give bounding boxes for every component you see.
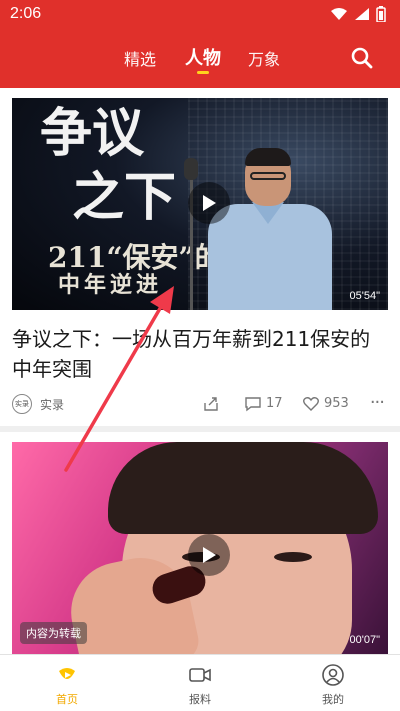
nav-label: 报料 — [189, 693, 211, 706]
author-name[interactable]: 实录 — [40, 396, 64, 413]
system-icons — [330, 5, 386, 23]
thumbnail-title-line: 211“保安”的 — [48, 241, 223, 274]
wifi-icon — [331, 8, 347, 20]
feed-card[interactable]: 争议 之下 211“保安”的 中年逆进 05'54" 争议之下：一场从百万年薪到… — [0, 88, 400, 426]
active-tab-indicator — [197, 71, 209, 74]
heart-icon[interactable] — [302, 395, 320, 413]
profile-icon — [322, 664, 344, 686]
tab-people[interactable]: 人物 — [185, 44, 221, 70]
video-duration: 00'07" — [349, 634, 380, 646]
comment-count: 17 — [266, 396, 283, 411]
video-duration: 05'54" — [349, 290, 380, 302]
nav-item-profile[interactable]: 我的 — [293, 655, 373, 711]
repost-badge: 内容为转载 — [20, 622, 87, 644]
person-hair — [108, 442, 378, 534]
like-count: 953 — [324, 396, 349, 411]
search-icon[interactable] — [350, 46, 374, 70]
nav-label: 首页 — [56, 693, 78, 706]
card-meta: 实录 实录 17 953 ··· — [12, 392, 388, 416]
tab-featured[interactable]: 精选 — [124, 46, 156, 70]
more-options-icon[interactable]: ··· — [370, 392, 385, 413]
app-header: 2:06 精选 人物 万象 — [0, 0, 400, 88]
status-bar: 2:06 — [0, 0, 400, 28]
nav-item-report[interactable]: 报料 — [160, 655, 240, 711]
nav-label: 我的 — [322, 693, 344, 706]
tab-panorama[interactable]: 万象 — [248, 46, 280, 70]
play-button[interactable] — [188, 182, 230, 224]
nav-item-home[interactable]: 首页 — [27, 655, 107, 711]
battery-icon — [376, 6, 386, 22]
article-title[interactable]: 争议之下：一场从百万年薪到211保安的中年突围 — [12, 324, 388, 384]
video-thumbnail[interactable]: 争议 之下 211“保安”的 中年逆进 05'54" — [12, 98, 388, 310]
thumbnail-title-line: 中年逆进 — [58, 272, 163, 298]
feed-card[interactable]: 内容为转载 00'07" — [0, 432, 400, 654]
home-icon — [59, 668, 75, 679]
share-icon[interactable] — [202, 395, 220, 413]
comment-icon[interactable] — [244, 395, 262, 413]
play-icon — [203, 547, 216, 563]
thumbnail-title-line: 之下 — [72, 167, 177, 228]
thumbnail-title-line: 争议 — [40, 103, 145, 164]
play-icon — [203, 195, 216, 211]
microphone — [184, 158, 198, 180]
status-time: 2:06 — [10, 5, 42, 22]
signal-icon — [355, 8, 369, 20]
author-avatar[interactable]: 实录 — [12, 394, 32, 414]
video-camera-icon — [189, 668, 211, 682]
speaker-figure — [200, 148, 340, 310]
person-eye — [274, 552, 312, 562]
bottom-navigation: 首页 报料 我的 — [0, 654, 400, 711]
play-button[interactable] — [188, 534, 230, 576]
video-thumbnail[interactable]: 内容为转载 00'07" — [12, 442, 388, 654]
